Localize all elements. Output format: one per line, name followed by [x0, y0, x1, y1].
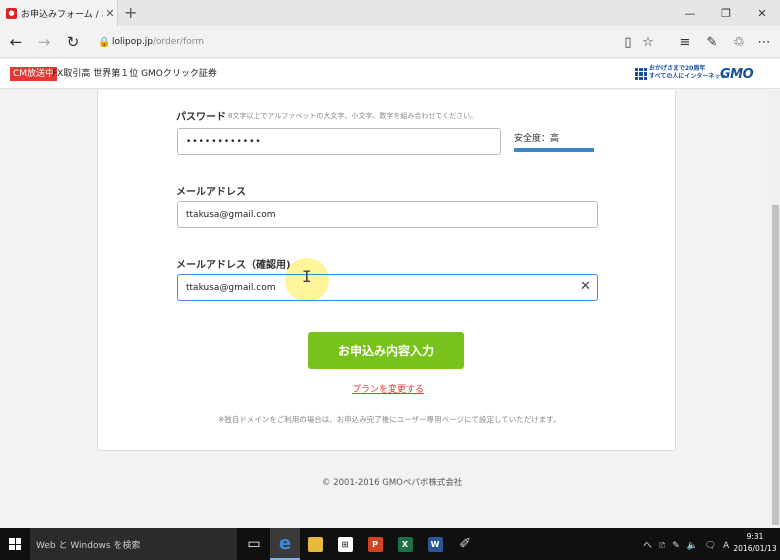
- forward-icon[interactable]: →: [34, 32, 54, 52]
- task-view-icon[interactable]: ▭: [239, 528, 269, 560]
- change-plan-link[interactable]: プランを変更する: [352, 382, 424, 395]
- navigation-bar: ← → ↻ 🔒 lolipop.jp/order/form ▯ ☆ ≡ ✎ ♲ …: [0, 26, 780, 58]
- tab-order-form[interactable]: ● お申込みフォーム / お申込 ✕: [0, 0, 118, 26]
- store-icon[interactable]: ⊞: [330, 528, 360, 560]
- password-label: パスワード: [176, 112, 226, 123]
- gmo-grid-icon: [635, 68, 647, 80]
- clock-date: 2016/01/13: [733, 544, 777, 553]
- reading-view-icon[interactable]: ▯: [618, 32, 638, 52]
- email-confirm-field[interactable]: ttakusa@gmail.com: [177, 274, 598, 301]
- back-icon[interactable]: ←: [6, 32, 26, 52]
- maximize-button[interactable]: ❐: [708, 0, 744, 26]
- page-content: パスワード 8文字以上でアルファベットの大文字、小文字、数字を組み合わせてくださ…: [0, 90, 770, 528]
- more-icon[interactable]: ⋯: [754, 32, 774, 52]
- email-field[interactable]: ttakusa@gmail.com: [177, 201, 598, 228]
- taskbar-search-box[interactable]: Web と Windows を検索: [30, 528, 237, 560]
- tab-close-icon[interactable]: ✕: [103, 7, 117, 20]
- windows-logo-icon: [9, 538, 21, 550]
- text-cursor-icon: I: [302, 267, 312, 286]
- start-button[interactable]: [0, 528, 30, 560]
- ad-banner[interactable]: CM放送中 FX取引高 世界第１位 GMOクリック証券 おかげさまで20周年 す…: [0, 59, 780, 89]
- password-hint: 8文字以上でアルファベットの大文字、小文字、数字を組み合わせてください。: [228, 112, 478, 120]
- excel-icon[interactable]: X: [390, 528, 420, 560]
- taskbar-clock[interactable]: 9:31 2016/01/13: [732, 531, 778, 555]
- web-note-icon[interactable]: ✎: [702, 32, 722, 52]
- password-strength-bar: [514, 148, 594, 152]
- gmo-logo[interactable]: GMO: [720, 67, 754, 82]
- system-tray[interactable]: へ 🗈 ✎ 🔈 🗨 A: [643, 538, 731, 554]
- favorite-star-icon[interactable]: ☆: [638, 32, 658, 52]
- refresh-icon[interactable]: ↻: [63, 32, 83, 52]
- clear-input-icon[interactable]: ✕: [580, 279, 591, 294]
- powerpoint-icon[interactable]: P: [360, 528, 390, 560]
- new-tab-button[interactable]: +: [124, 3, 137, 22]
- gmo-tagline-line2: すべての人にインターネット: [649, 73, 727, 80]
- tab-title: お申込みフォーム / お申込: [21, 9, 103, 20]
- email-confirm-label: メールアドレス（確認用): [176, 260, 291, 271]
- windows-taskbar: Web と Windows を検索 ▭ e ⊞ P X W ✐ へ 🗈 ✎ 🔈 …: [0, 528, 780, 560]
- tab-bar: ● お申込みフォーム / お申込 ✕ + — ❐ ✕: [0, 0, 780, 26]
- paint-icon[interactable]: ✐: [450, 528, 480, 560]
- share-icon[interactable]: ♲: [729, 32, 749, 52]
- cm-badge: CM放送中: [10, 67, 58, 81]
- word-icon[interactable]: W: [420, 528, 450, 560]
- email-label: メールアドレス: [176, 187, 246, 198]
- copyright: © 2001-2016 GMOペパボ株式会社: [322, 478, 463, 488]
- close-window-button[interactable]: ✕: [744, 0, 780, 26]
- clock-time: 9:31: [746, 532, 764, 541]
- lock-icon: 🔒: [98, 36, 111, 48]
- password-strength-label: 安全度：高: [514, 134, 560, 144]
- password-field[interactable]: ••••••••••••: [177, 128, 501, 155]
- hub-icon[interactable]: ≡: [675, 32, 695, 52]
- address-bar[interactable]: 🔒 lolipop.jp/order/form: [98, 33, 204, 51]
- url-path: /order/form: [153, 37, 205, 47]
- submit-order-button[interactable]: お申込み内容入力: [308, 332, 464, 369]
- scrollbar-thumb[interactable]: [772, 205, 779, 525]
- domain-note: ※独自ドメインをご利用の場合は、お申込み完了後にユーザー専用ページにて設定してい…: [218, 415, 561, 424]
- url-host: lolipop.jp: [112, 37, 154, 47]
- lolipop-favicon-icon: ●: [6, 7, 17, 19]
- gmo-tagline: おかげさまで20周年 すべての人にインターネット: [649, 65, 726, 81]
- file-explorer-icon[interactable]: [300, 528, 330, 560]
- gmo-tagline-line1: おかげさまで20周年: [649, 65, 706, 72]
- ad-text[interactable]: FX取引高 世界第１位 GMOクリック証券: [52, 67, 217, 81]
- minimize-button[interactable]: —: [672, 0, 708, 26]
- edge-icon[interactable]: e: [270, 528, 300, 560]
